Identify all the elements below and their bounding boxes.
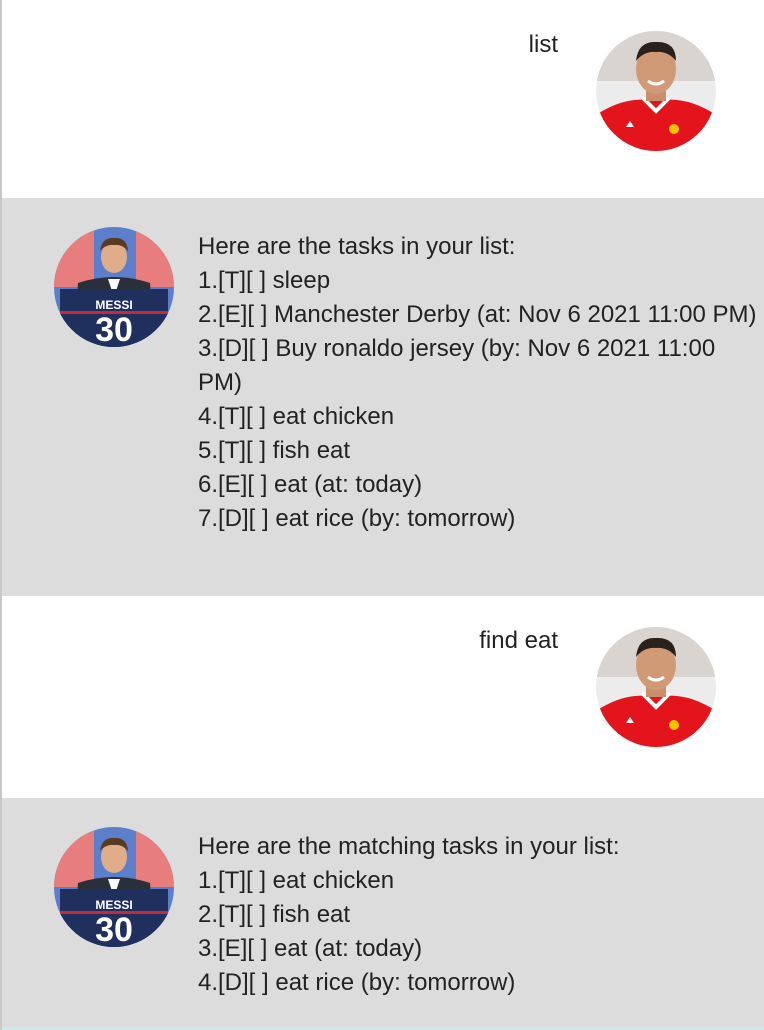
task-item: 3.[D][ ] Buy ronaldo jersey (by: Nov 6 2… [198,335,716,396]
jersey-number: 30 [95,311,133,347]
user-avatar-image [596,627,716,747]
user-message-text: find eat [479,627,558,654]
user-dialog-box: list [2,0,764,198]
bot-avatar: MESSI 30 [54,227,174,347]
task-item: 3.[E][ ] eat (at: today) [198,935,423,962]
task-item: 4.[T][ ] eat chicken [198,403,395,430]
task-item: 1.[T][ ] eat chicken [198,867,395,894]
bot-avatar-image: MESSI 30 [54,827,174,947]
bot-message-text: Here are the matching tasks in your list… [198,830,758,1000]
task-item: 7.[D][ ] eat rice (by: tomorrow) [198,505,516,532]
task-item: 6.[E][ ] eat (at: today) [198,471,423,498]
user-avatar [596,31,716,151]
bot-avatar-image: MESSI 30 [54,227,174,347]
bot-message-text: Here are the tasks in your list: 1.[T][ … [198,230,758,536]
bot-message-line: Here are the tasks in your list: [198,233,516,260]
jersey-name: MESSI [95,898,132,912]
user-dialog-box: find eat [2,596,764,798]
task-item: 5.[T][ ] fish eat [198,437,351,464]
jersey-name: MESSI [95,298,132,312]
bot-dialog-box: MESSI 30 Here are the matching tasks in … [2,798,764,1027]
bot-dialog-box: MESSI 30 Here are the tasks in your list… [2,198,764,596]
user-message-text: list [528,31,558,58]
user-avatar [596,627,716,747]
task-item: 4.[D][ ] eat rice (by: tomorrow) [198,969,516,996]
chat-scroll-pane[interactable]: list MESSI 30 Here are the tasks in your… [0,0,764,1030]
user-avatar-image [596,31,716,151]
task-item: 1.[T][ ] sleep [198,267,331,294]
bot-avatar: MESSI 30 [54,827,174,947]
task-item: 2.[E][ ] Manchester Derby (at: Nov 6 202… [198,301,757,328]
task-item: 2.[T][ ] fish eat [198,901,351,928]
jersey-number: 30 [95,911,133,947]
bot-message-line: Here are the matching tasks in your list… [198,833,620,860]
